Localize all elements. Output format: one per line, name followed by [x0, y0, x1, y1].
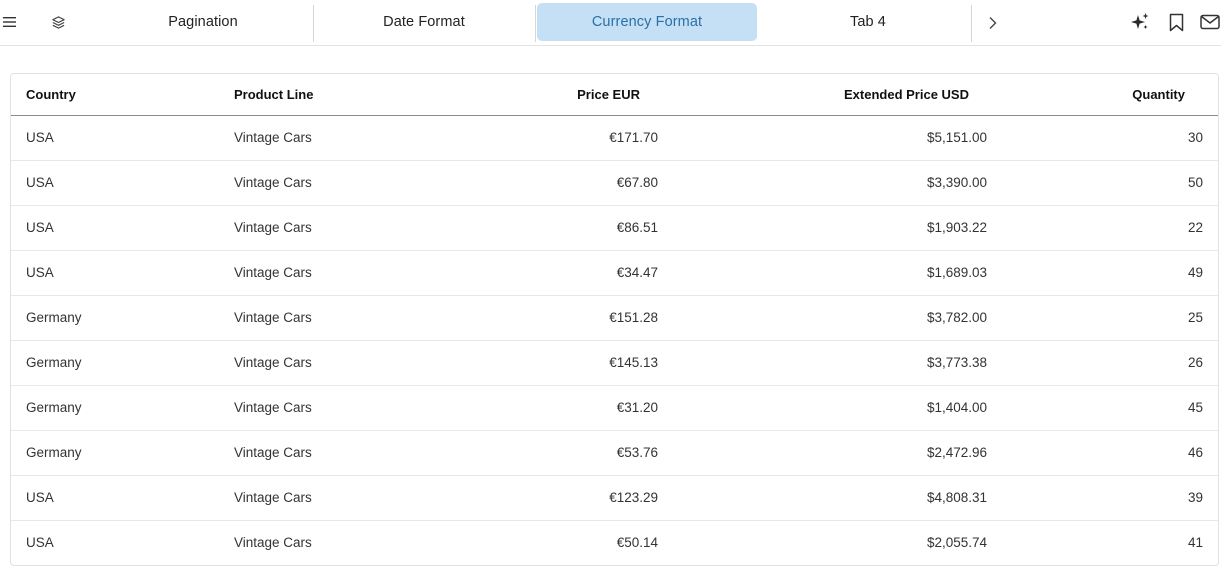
table-body: USA Vintage Cars €171.70 $5,151.00 30 USA Vint… [11, 115, 1218, 565]
cell-quantity: 26 [1187, 355, 1203, 370]
tab-label: Currency Format [591, 14, 703, 30]
table-row[interactable]: Germany Vintage Cars €151.28 $3,782.00 25 [11, 295, 1218, 340]
tab-pagination[interactable]: Pagination [93, 3, 313, 41]
cell-quantity: 39 [1187, 490, 1203, 505]
cell-quantity: 45 [1187, 400, 1203, 415]
cell-quantity: 50 [1187, 175, 1203, 190]
table-row[interactable]: USA Vintage Cars €171.70 $5,151.00 30 [11, 115, 1218, 160]
tab-label: Pagination [168, 14, 238, 30]
table-row[interactable]: USA Vintage Cars €123.29 $4,808.31 39 [11, 475, 1218, 520]
cell-price-eur: €50.14 [616, 535, 658, 551]
sparkle-icon[interactable] [1129, 11, 1151, 33]
cell-price-eur: €34.47 [616, 265, 658, 280]
cell-product-line: Vintage Cars [234, 535, 312, 551]
cell-extended-price-usd: $1,903.22 [926, 220, 987, 235]
cell-country: USA [26, 535, 54, 551]
tab-label: Date Format [383, 14, 465, 30]
mail-icon[interactable] [1199, 11, 1221, 33]
cell-country: Germany [26, 400, 82, 415]
table-row[interactable]: Germany Vintage Cars €31.20 $1,404.00 45 [11, 385, 1218, 430]
column-header-price-eur[interactable]: Price EUR [457, 74, 675, 116]
cell-extended-price-usd: $1,689.03 [926, 265, 987, 280]
tab-4[interactable]: Tab 4 [758, 3, 978, 41]
bookmark-icon[interactable] [1166, 11, 1186, 33]
chevron-right-icon[interactable] [983, 12, 1001, 34]
cell-extended-price-usd: $4,808.31 [926, 490, 987, 505]
cell-country: USA [26, 130, 54, 145]
cell-product-line: Vintage Cars [234, 130, 312, 145]
table-row[interactable]: USA Vintage Cars €86.51 $1,903.22 22 [11, 205, 1218, 250]
cell-extended-price-usd: $5,151.00 [926, 130, 987, 145]
cell-price-eur: €171.70 [609, 130, 658, 145]
table-row[interactable]: Germany Vintage Cars €53.76 $2,472.96 46 [11, 430, 1218, 475]
cell-quantity: 49 [1187, 265, 1203, 280]
cell-product-line: Vintage Cars [234, 445, 312, 460]
data-table-card: Country Product Line Price EUR Extended … [10, 73, 1219, 566]
cell-extended-price-usd: $3,773.38 [926, 355, 987, 370]
cell-quantity: 41 [1187, 535, 1203, 551]
cell-price-eur: €145.13 [609, 355, 658, 370]
cell-product-line: Vintage Cars [234, 490, 312, 505]
cell-price-eur: €53.76 [616, 445, 658, 460]
table-row[interactable]: USA Vintage Cars €34.47 $1,689.03 49 [11, 250, 1218, 295]
cell-product-line: Vintage Cars [234, 355, 312, 370]
cell-product-line: Vintage Cars [234, 400, 312, 415]
cell-extended-price-usd: $3,782.00 [926, 310, 987, 325]
tab-divider [971, 5, 972, 42]
cell-price-eur: €31.20 [616, 400, 658, 415]
column-header-quantity[interactable]: Quantity [1010, 74, 1218, 116]
cell-product-line: Vintage Cars [234, 265, 312, 280]
layers-icon[interactable] [47, 11, 69, 33]
cell-extended-price-usd: $1,404.00 [926, 400, 987, 415]
table-row[interactable]: Germany Vintage Cars €145.13 $3,773.38 26 [11, 340, 1218, 385]
column-header-extended-price-usd[interactable]: Extended Price USD [675, 74, 1010, 116]
cell-extended-price-usd: $2,472.96 [926, 445, 987, 460]
cell-country: USA [26, 220, 54, 235]
cell-product-line: Vintage Cars [234, 310, 312, 325]
column-header-product-line[interactable]: Product Line [219, 74, 457, 116]
cell-product-line: Vintage Cars [234, 175, 312, 190]
cell-country: USA [26, 265, 54, 280]
cell-price-eur: €67.80 [616, 175, 658, 190]
cell-extended-price-usd: $3,390.00 [926, 175, 987, 190]
cell-quantity: 22 [1187, 220, 1203, 235]
cell-country: Germany [26, 310, 82, 325]
cell-extended-price-usd: $2,055.74 [926, 535, 987, 551]
cell-country: USA [26, 175, 54, 190]
tab-date-format[interactable]: Date Format [314, 3, 534, 41]
cell-price-eur: €123.29 [609, 490, 658, 505]
data-table: Country Product Line Price EUR Extended … [11, 74, 1218, 565]
tab-label: Tab 4 [850, 14, 886, 30]
cell-product-line: Vintage Cars [234, 220, 312, 235]
cell-price-eur: €151.28 [609, 310, 658, 325]
cell-country: Germany [26, 355, 82, 370]
hamburger-icon[interactable] [0, 11, 18, 33]
cell-country: Germany [26, 445, 82, 460]
table-row[interactable]: USA Vintage Cars €50.14 $2,055.74 41 [11, 520, 1218, 565]
cell-quantity: 46 [1187, 445, 1203, 460]
cell-quantity: 30 [1187, 130, 1203, 145]
column-header-country[interactable]: Country [11, 74, 219, 116]
table-header-row: Country Product Line Price EUR Extended … [11, 74, 1218, 116]
tab-divider [535, 5, 536, 42]
cell-quantity: 25 [1187, 310, 1203, 325]
top-toolbar: Pagination Date Format Currency Format T… [0, 0, 1221, 46]
tab-currency-format[interactable]: Currency Format [537, 3, 757, 41]
table-row[interactable]: USA Vintage Cars €67.80 $3,390.00 50 [11, 160, 1218, 205]
cell-price-eur: €86.51 [616, 220, 658, 235]
cell-country: USA [26, 490, 54, 505]
